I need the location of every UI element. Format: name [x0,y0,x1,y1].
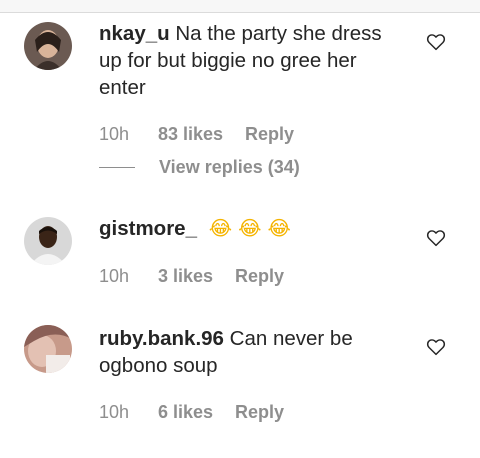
reply-button[interactable]: Reply [235,400,284,424]
comment-username[interactable]: nkay_u [99,22,170,45]
heart-outline-icon[interactable] [426,229,446,247]
comment-username[interactable]: gistmore_ [99,217,197,240]
view-replies-link[interactable]: View replies (34) [99,155,359,179]
comment-username[interactable]: ruby.bank.96 [99,327,224,350]
comment-time: 10h [99,266,130,286]
reply-button[interactable]: Reply [245,122,294,146]
avatar[interactable] [24,22,72,70]
comment-body: ruby.bank.96 Can never be ogbono soup [99,325,399,379]
reply-button[interactable]: Reply [235,264,284,288]
heart-outline-icon[interactable] [426,33,446,51]
comment-time: 10h [99,402,130,422]
view-replies-label[interactable]: View replies (34) [159,155,300,179]
top-divider [0,0,480,13]
likes-count[interactable]: 83 likes [158,122,223,146]
comment-body: nkay_u Na the party she dress up for but… [99,20,399,101]
heart-outline-icon[interactable] [426,338,446,356]
laughing-face-emoji: 😂 [267,218,291,241]
avatar[interactable] [24,217,72,265]
likes-count[interactable]: 3 likes [158,264,213,288]
comment-body: gistmore_ 😂 😂 😂 [99,215,399,243]
likes-count[interactable]: 6 likes [158,400,213,424]
replies-divider [99,167,135,168]
laughing-face-emoji: 😂 [238,218,262,241]
avatar[interactable] [24,325,72,373]
laughing-face-emoji: 😂 [208,218,233,241]
comment-time: 10h [99,124,130,144]
